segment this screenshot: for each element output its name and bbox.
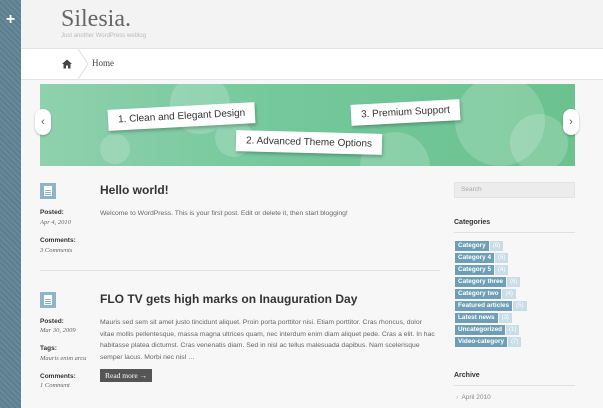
site-description: Just another WordPress weblog xyxy=(61,33,146,39)
category-item[interactable]: Latest news (3) xyxy=(455,312,527,324)
expand-panel-button[interactable]: + xyxy=(0,0,21,40)
post-tags[interactable]: Mauris enim arcu xyxy=(40,355,86,362)
post-document-icon xyxy=(40,292,56,308)
side-panel-strip xyxy=(0,0,21,408)
posted-label: Posted: xyxy=(40,318,64,325)
category-name[interactable]: Featured articles xyxy=(455,301,513,311)
category-count: (3) xyxy=(498,313,512,323)
post-title[interactable]: Hello world! xyxy=(100,183,169,197)
archive-item[interactable]: › April 2010 xyxy=(456,394,491,401)
chevron-right-icon: › xyxy=(456,394,459,401)
category-name[interactable]: Uncategorized xyxy=(455,325,506,335)
feature-slider[interactable]: 1. Clean and Elegant Design 2. Advanced … xyxy=(40,84,575,166)
widget-divider xyxy=(454,232,575,233)
archive-item-label[interactable]: April 2010 xyxy=(461,394,490,401)
category-count: (1) xyxy=(506,325,520,335)
post-divider xyxy=(40,270,440,271)
category-count: (7) xyxy=(508,337,522,347)
slider-bubble xyxy=(510,114,568,166)
post-excerpt: Welcome to WordPress. This is your first… xyxy=(100,210,348,217)
category-item[interactable]: Video-category (7) xyxy=(455,336,527,348)
category-count: (6) xyxy=(507,277,521,287)
site-title[interactable]: Silesia. xyxy=(61,6,131,33)
category-name[interactable]: Video-category xyxy=(455,337,508,347)
category-count: (5) xyxy=(495,253,509,263)
category-name[interactable]: Category xyxy=(455,241,489,251)
tags-label: Tags: xyxy=(40,345,57,352)
breadcrumb: Home xyxy=(21,48,603,80)
comments-label: Comments: xyxy=(40,237,76,244)
post-date: Mar 30, 2009 xyxy=(40,327,76,334)
slider-prev-button[interactable]: ‹ xyxy=(35,109,51,135)
post-date: Apr 4, 2010 xyxy=(40,219,71,226)
category-item[interactable]: Category three (6) xyxy=(455,276,527,288)
categories-title: Categories xyxy=(454,219,491,226)
category-item[interactable]: Featured articles (5) xyxy=(455,300,527,312)
category-list: Category (6) Category 4 (5) Category 5 (4) … xyxy=(455,240,527,348)
posted-label: Posted: xyxy=(40,209,64,216)
site-header: Silesia. Just another WordPress weblog xyxy=(21,0,603,48)
category-count: (5) xyxy=(513,301,527,311)
slider-bubble xyxy=(100,134,130,164)
comments-link[interactable]: 1 Comment xyxy=(40,382,70,389)
slide-label[interactable]: 3. Premium Support xyxy=(350,99,461,126)
archive-title: Archive xyxy=(454,372,480,379)
category-name[interactable]: Category 4 xyxy=(455,253,495,263)
post-excerpt: Mauris sed sem sit amet justo tincidunt … xyxy=(100,319,435,361)
category-item[interactable]: Category (6) xyxy=(455,240,527,252)
category-count: (4) xyxy=(502,289,516,299)
comments-link[interactable]: 3 Comments xyxy=(40,247,72,254)
post-document-icon xyxy=(40,183,56,199)
post-title[interactable]: FLO TV gets high marks on Inauguration D… xyxy=(100,292,357,306)
category-item[interactable]: Uncategorized (1) xyxy=(455,324,527,336)
slide-label[interactable]: 2. Advanced Theme Options xyxy=(235,130,383,155)
category-item[interactable]: Category 4 (5) xyxy=(455,252,527,264)
slider-next-button[interactable]: › xyxy=(563,109,579,135)
category-name[interactable]: Category two xyxy=(455,289,502,299)
widget-divider xyxy=(454,385,575,386)
home-icon[interactable] xyxy=(62,59,72,69)
category-item[interactable]: Category 5 (4) xyxy=(455,264,527,276)
breadcrumb-separator-icon xyxy=(77,49,89,79)
category-count: (4) xyxy=(495,265,509,275)
category-name[interactable]: Category three xyxy=(455,277,507,287)
category-name[interactable]: Latest news xyxy=(455,313,498,323)
category-count: (6) xyxy=(489,241,504,251)
category-name[interactable]: Category 5 xyxy=(455,265,495,275)
comments-label: Comments: xyxy=(40,373,76,380)
search-input[interactable]: Search xyxy=(454,182,575,198)
breadcrumb-current[interactable]: Home xyxy=(92,58,114,68)
read-more-button[interactable]: Read more → xyxy=(100,369,153,382)
category-item[interactable]: Category two (4) xyxy=(455,288,527,300)
